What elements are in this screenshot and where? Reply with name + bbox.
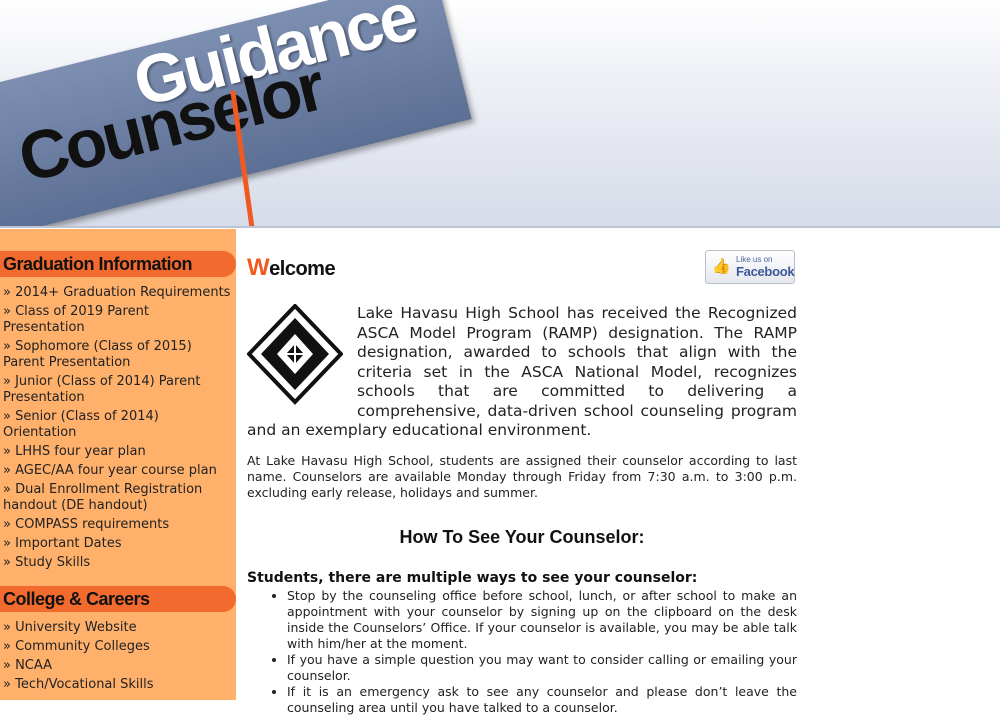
sidebar-link[interactable]: » Important Dates	[3, 534, 232, 553]
sidebar-heading-graduation: Graduation Information	[0, 251, 236, 277]
list-item: If you have a simple question you may wa…	[287, 652, 797, 684]
sidebar-link[interactable]: » Senior (Class of 2014) Orientation	[3, 407, 232, 442]
sidebar-link[interactable]: » NCAA	[3, 656, 232, 675]
sidebar-link[interactable]: » Study Skills	[3, 553, 232, 572]
sidebar-link[interactable]: » Community Colleges	[3, 637, 232, 656]
facebook-label: Facebook	[736, 264, 795, 279]
sidebar-link[interactable]: » AGEC/AA four year course plan	[3, 461, 232, 480]
sidebar-link[interactable]: » 2014+ Graduation Requirements	[3, 283, 232, 302]
counselor-availability: At Lake Havasu High School, students are…	[247, 452, 797, 500]
sidebar-heading-college: College & Careers	[0, 586, 236, 612]
title-initial: W	[247, 254, 270, 281]
facebook-like-button[interactable]: 👍 Like us on Facebook	[705, 250, 795, 284]
sidebar-link[interactable]: » Tech/Vocational Skills	[3, 675, 232, 694]
thumbs-up-icon: 👍	[712, 257, 731, 275]
title-rest: elcome	[269, 258, 336, 280]
sidebar-link[interactable]: » Junior (Class of 2014) Parent Presenta…	[3, 372, 232, 407]
list-item: Stop by the counseling office before sch…	[287, 588, 797, 652]
sidebar-link[interactable]: » LHHS four year plan	[3, 442, 232, 461]
students-heading: Students, there are multiple ways to see…	[247, 569, 698, 586]
facebook-small-label: Like us on	[736, 255, 773, 264]
header-divider	[0, 226, 1000, 228]
sidebar-link[interactable]: » COMPASS requirements	[3, 515, 232, 534]
sidebar-link[interactable]: » University Website	[3, 618, 232, 637]
graduation-links: » 2014+ Graduation Requirements » Class …	[0, 283, 236, 572]
main-content: Welcome 👍 Like us on Facebook Lake Havas…	[246, 248, 797, 716]
sidebar: Graduation Information » 2014+ Graduatio…	[0, 229, 236, 700]
intro-paragraph: Lake Havasu High School has received the…	[246, 303, 797, 441]
sidebar-link[interactable]: » Sophomore (Class of 2015) Parent Prese…	[3, 337, 232, 372]
college-links: » University Website » Community College…	[0, 618, 236, 694]
sidebar-link[interactable]: » Class of 2019 Parent Presentation	[3, 302, 232, 337]
ramp-logo	[246, 303, 344, 406]
site-header: Guidance Counselor	[0, 0, 1000, 228]
section-heading: How To See Your Counselor:	[399, 526, 645, 547]
sidebar-link[interactable]: » Dual Enrollment Registration handout (…	[3, 480, 232, 515]
ways-list: Stop by the counseling office before sch…	[247, 588, 797, 716]
